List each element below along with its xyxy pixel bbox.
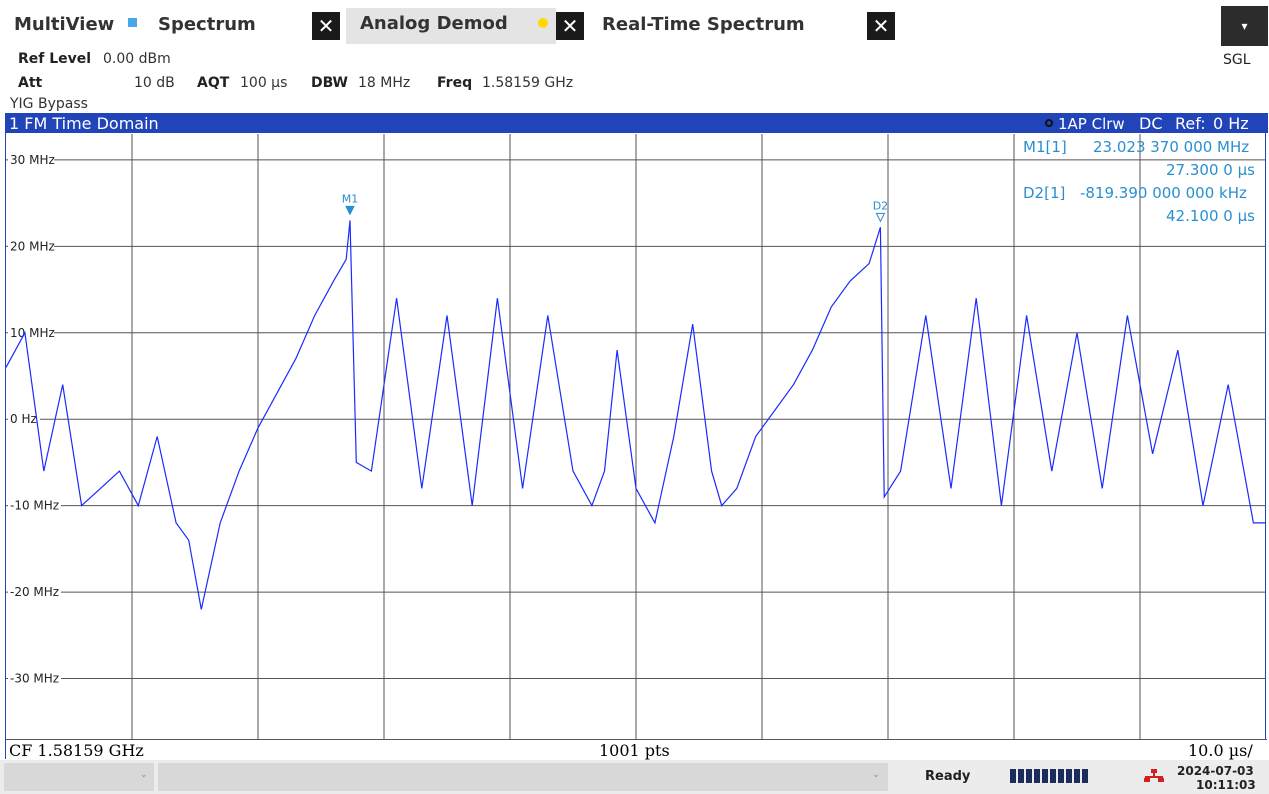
tab-multiview[interactable]: MultiView xyxy=(14,14,114,35)
ref-level-value[interactable]: 0.00 dBm xyxy=(103,51,171,67)
y-tick-label: -30 MHz xyxy=(10,672,59,686)
marker-m1-label: M1 xyxy=(342,192,359,205)
close-analog-demod-tab-icon[interactable]: ✕ xyxy=(556,12,584,40)
close-real-time-tab-icon[interactable]: ✕ xyxy=(867,12,895,40)
y-tick-label: -10 MHz xyxy=(10,499,59,513)
yig-bypass-label: YIG Bypass xyxy=(10,96,88,112)
aqt-value[interactable]: 100 µs xyxy=(240,75,287,91)
freq-value[interactable]: 1.58159 GHz xyxy=(482,75,573,91)
y-tick-label: 20 MHz xyxy=(10,239,55,253)
m1-frequency: 23.023 370 000 MHz xyxy=(1093,138,1250,156)
marker-d2-label: D2 xyxy=(873,199,888,212)
status-field-1-chevron-icon: ⌄ xyxy=(140,770,148,780)
tab-real-time-spectrum[interactable]: Real-Time Spectrum xyxy=(602,14,805,35)
status-field-2[interactable] xyxy=(158,763,888,791)
coupling-label: DC xyxy=(1139,114,1163,133)
ref-value: 0 Hz xyxy=(1213,114,1249,133)
fm-time-domain-plot[interactable]: 30 MHz 20 MHz 10 MHz 0 Hz -10 MHz -20 MHz -30 … xyxy=(6,134,1266,739)
d2-label: D2[1] xyxy=(1023,184,1066,202)
marker-layer: M1 D2 xyxy=(342,192,888,223)
att-value[interactable]: 10 dB xyxy=(134,75,175,91)
trace-info[interactable]: 1AP Clrw xyxy=(1058,115,1125,133)
time-per-division[interactable]: 10.0 µs/ xyxy=(1188,741,1253,760)
progress-bar-icon xyxy=(1010,769,1090,783)
trace-indicator-icon xyxy=(1045,119,1053,127)
tab-dropdown-button[interactable]: ▾ xyxy=(1221,6,1268,46)
dbw-label: DBW xyxy=(311,75,348,91)
d2-time: 42.100 0 µs xyxy=(1166,207,1255,225)
y-tick-label: 10 MHz xyxy=(10,326,55,340)
tab-analog-demod[interactable]: Analog Demod xyxy=(360,13,508,34)
center-frequency[interactable]: CF 1.58159 GHz xyxy=(9,741,144,760)
status-field-1[interactable] xyxy=(4,763,154,791)
y-tick-label: 30 MHz xyxy=(10,153,55,167)
freq-label: Freq xyxy=(437,75,473,91)
ref-label: Ref: xyxy=(1175,114,1206,133)
diagram-title[interactable]: 1 FM Time Domain xyxy=(9,114,159,133)
m1-time: 27.300 0 µs xyxy=(1166,161,1255,179)
dbw-value[interactable]: 18 MHz xyxy=(358,75,410,91)
active-measurement-icon xyxy=(538,18,548,28)
status-date: 2024-07-03 xyxy=(1177,764,1254,778)
status-ready: Ready xyxy=(925,769,971,784)
marker-d2-icon[interactable] xyxy=(875,212,886,223)
network-icon xyxy=(1144,769,1164,782)
status-field-2-chevron-icon: ⌄ xyxy=(872,770,880,780)
ref-level-label: Ref Level xyxy=(18,51,92,67)
tab-spectrum[interactable]: Spectrum xyxy=(158,14,256,35)
y-tick-label: -20 MHz xyxy=(10,585,59,599)
d2-frequency: -819.390 000 000 kHz xyxy=(1080,184,1247,202)
sgl-indicator[interactable]: SGL xyxy=(1223,52,1251,68)
att-label: Att xyxy=(18,75,43,91)
close-spectrum-tab-icon[interactable]: ✕ xyxy=(312,12,340,40)
y-tick-label: 0 Hz xyxy=(10,412,37,426)
sweep-points[interactable]: 1001 pts xyxy=(599,741,670,760)
aqt-label: AQT xyxy=(197,75,230,91)
spectrum-color-icon xyxy=(128,18,137,27)
status-time: 10:11:03 xyxy=(1196,778,1256,792)
grid xyxy=(6,134,1266,739)
marker-m1-icon[interactable] xyxy=(345,205,355,216)
m1-label: M1[1] xyxy=(1023,138,1067,156)
